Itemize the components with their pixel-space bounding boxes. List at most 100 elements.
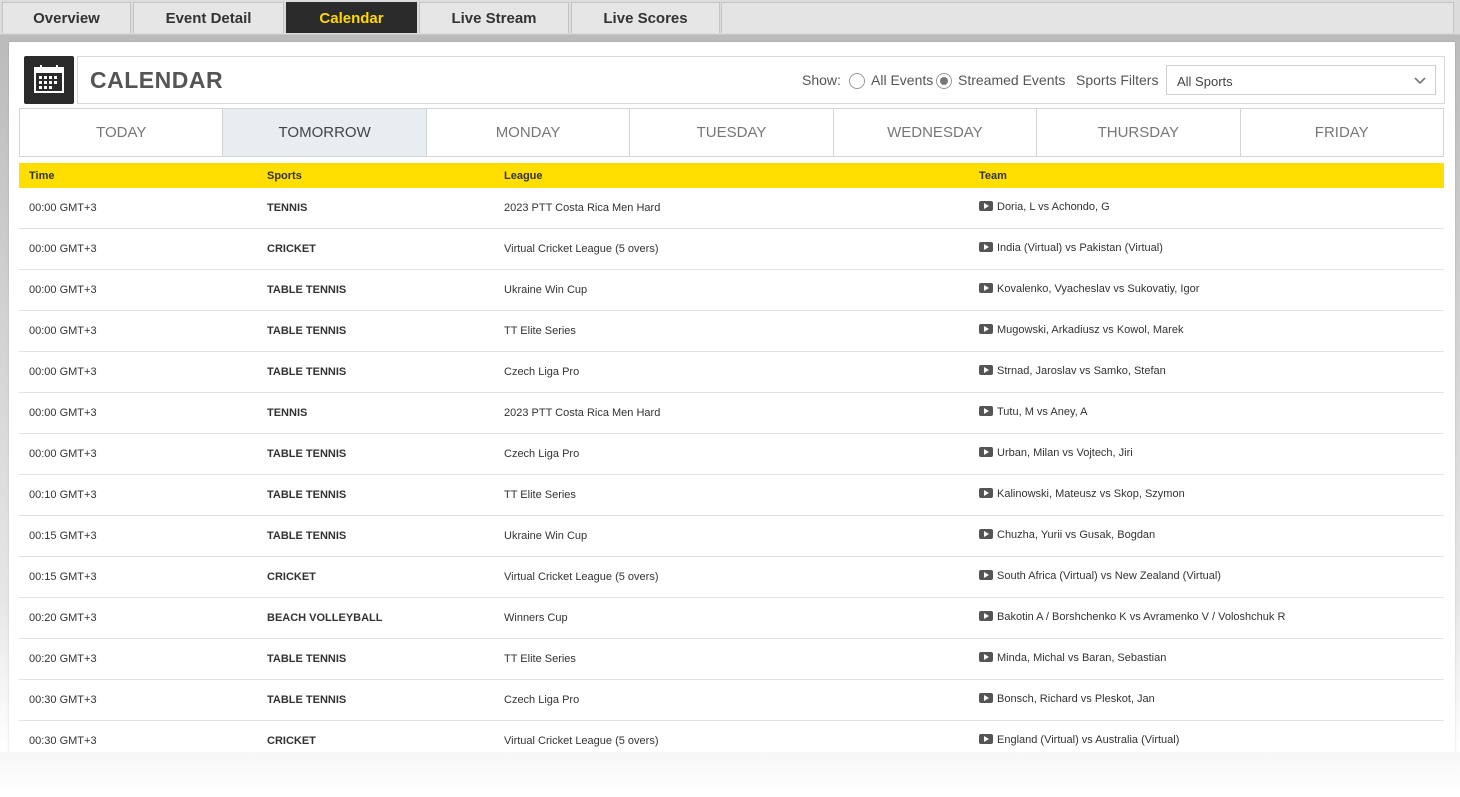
event-time: 00:20 GMT+3 — [29, 612, 97, 624]
table-row[interactable]: 00:00 GMT+3 TABLE TENNIS Czech Liga Pro Urb… — [19, 434, 1444, 475]
event-team-label: Kovalenko, Vyacheslav vs Sukovatiy, Igor — [997, 283, 1200, 295]
event-sport: TABLE TENNIS — [267, 694, 347, 706]
event-sport: TABLE TENNIS — [267, 325, 347, 337]
play-icon[interactable] — [979, 242, 993, 252]
tab-live-scores[interactable]: Live Scores — [571, 2, 720, 33]
play-icon[interactable] — [979, 652, 993, 662]
sports-filter-select[interactable]: All Sports — [1166, 65, 1436, 95]
play-icon[interactable] — [979, 365, 993, 375]
table-row[interactable]: 00:20 GMT+3 BEACH VOLLEYBALL Winners Cup Ba… — [19, 598, 1444, 639]
tab-overview[interactable]: Overview — [2, 2, 131, 33]
event-team[interactable]: Kalinowski, Mateusz vs Skop, Szymon — [979, 488, 1185, 500]
event-time: 00:30 GMT+3 — [29, 694, 97, 706]
play-icon[interactable] — [979, 529, 993, 539]
day-tab-tomorrow[interactable]: TOMORROW — [223, 109, 427, 156]
chevron-down-icon — [1413, 70, 1427, 95]
top-nav: Overview Event Detail Calendar Live Stre… — [0, 0, 1460, 35]
event-time: 00:00 GMT+3 — [29, 407, 97, 419]
table-row[interactable]: 00:00 GMT+3 TABLE TENNIS TT Elite Series Mu… — [19, 311, 1444, 352]
all-events-label[interactable]: All Events — [871, 72, 933, 88]
play-icon[interactable] — [979, 324, 993, 334]
event-team[interactable]: Bakotin A / Borshchenko K vs Avramenko V… — [979, 611, 1285, 623]
event-sport: BEACH VOLLEYBALL — [267, 612, 383, 624]
event-team[interactable]: India (Virtual) vs Pakistan (Virtual) — [979, 242, 1163, 254]
event-team-label: Minda, Michal vs Baran, Sebastian — [997, 652, 1167, 664]
event-team[interactable]: South Africa (Virtual) vs New Zealand (V… — [979, 570, 1221, 582]
event-team-label: Doria, L vs Achondo, G — [997, 201, 1110, 213]
event-sport: TENNIS — [267, 202, 308, 214]
event-league: Winners Cup — [504, 612, 568, 624]
play-icon[interactable] — [979, 693, 993, 703]
calendar-header: CALENDAR Show: All Events Streamed Event… — [24, 56, 1451, 104]
play-icon[interactable] — [979, 734, 993, 744]
play-icon[interactable] — [979, 488, 993, 498]
table-row[interactable]: 00:30 GMT+3 TABLE TENNIS Czech Liga Pro Bon… — [19, 680, 1444, 721]
event-team[interactable]: Bonsch, Richard vs Pleskot, Jan — [979, 693, 1155, 705]
event-time: 00:00 GMT+3 — [29, 202, 97, 214]
all-events-radio[interactable] — [849, 73, 865, 89]
event-league: 2023 PTT Costa Rica Men Hard — [504, 202, 661, 214]
day-tab-today[interactable]: TODAY — [20, 109, 224, 156]
event-sport: TENNIS — [267, 407, 308, 419]
event-team-label: South Africa (Virtual) vs New Zealand (V… — [997, 570, 1221, 582]
table-row[interactable]: 00:00 GMT+3 TENNIS 2023 PTT Costa Rica Men… — [19, 393, 1444, 434]
table-row[interactable]: 00:10 GMT+3 TABLE TENNIS TT Elite Series Ka… — [19, 475, 1444, 516]
event-team[interactable]: Strnad, Jaroslav vs Samko, Stefan — [979, 365, 1166, 377]
table-row[interactable]: 00:20 GMT+3 TABLE TENNIS TT Elite Series Mi… — [19, 639, 1444, 680]
event-league: Virtual Cricket League (5 overs) — [504, 243, 659, 255]
calendar-title-bar: CALENDAR Show: All Events Streamed Event… — [77, 56, 1445, 104]
tab-event-detail[interactable]: Event Detail — [133, 2, 284, 33]
day-tab-monday[interactable]: MONDAY — [427, 109, 631, 156]
event-league: Czech Liga Pro — [504, 366, 580, 378]
event-team[interactable]: Mugowski, Arkadiusz vs Kowol, Marek — [979, 324, 1183, 336]
event-team-label: Tutu, M vs Aney, A — [997, 406, 1088, 418]
table-row[interactable]: 00:15 GMT+3 CRICKET Virtual Cricket League… — [19, 557, 1444, 598]
event-team[interactable]: Kovalenko, Vyacheslav vs Sukovatiy, Igor — [979, 283, 1199, 295]
event-team[interactable]: Doria, L vs Achondo, G — [979, 201, 1110, 213]
event-sport: TABLE TENNIS — [267, 653, 347, 665]
tab-calendar[interactable]: Calendar — [286, 2, 417, 33]
event-team[interactable]: Chuzha, Yurii vs Gusak, Bogdan — [979, 529, 1155, 541]
header-league[interactable]: League — [504, 170, 543, 182]
streamed-events-label[interactable]: Streamed Events — [958, 72, 1065, 88]
day-tab-thursday[interactable]: THURSDAY — [1037, 109, 1241, 156]
table-row[interactable]: 00:00 GMT+3 TABLE TENNIS Czech Liga Pro Str… — [19, 352, 1444, 393]
streamed-events-radio[interactable] — [936, 73, 952, 89]
event-team-label: Chuzha, Yurii vs Gusak, Bogdan — [997, 529, 1156, 541]
table-row[interactable]: 00:15 GMT+3 TABLE TENNIS Ukraine Win Cup Ch… — [19, 516, 1444, 557]
play-icon[interactable] — [979, 570, 993, 580]
play-icon[interactable] — [979, 283, 993, 293]
day-tab-friday[interactable]: FRIDAY — [1241, 109, 1443, 156]
header-sports[interactable]: Sports — [267, 170, 302, 182]
event-team[interactable]: England (Virtual) vs Australia (Virtual) — [979, 734, 1179, 746]
table-row[interactable]: 00:00 GMT+3 TENNIS 2023 PTT Costa Rica Men… — [19, 188, 1444, 229]
event-sport: TABLE TENNIS — [267, 284, 347, 296]
play-icon[interactable] — [979, 201, 993, 211]
header-time[interactable]: Time — [29, 170, 54, 182]
day-tab-tuesday[interactable]: TUESDAY — [630, 109, 834, 156]
event-league: TT Elite Series — [504, 325, 576, 337]
event-team[interactable]: Minda, Michal vs Baran, Sebastian — [979, 652, 1166, 664]
event-time: 00:00 GMT+3 — [29, 448, 97, 460]
event-team-label: Bakotin A / Borshchenko K vs Avramenko V… — [997, 611, 1286, 623]
play-icon[interactable] — [979, 611, 993, 621]
event-league: Virtual Cricket League (5 overs) — [504, 571, 659, 583]
event-time: 00:30 GMT+3 — [29, 735, 97, 747]
header-team[interactable]: Team — [979, 170, 1007, 182]
table-row[interactable]: 00:00 GMT+3 TABLE TENNIS Ukraine Win Cup Ko… — [19, 270, 1444, 311]
day-tab-wednesday[interactable]: WEDNESDAY — [834, 109, 1038, 156]
event-sport: TABLE TENNIS — [267, 530, 347, 542]
tab-live-stream[interactable]: Live Stream — [419, 2, 569, 33]
table-header: Time Sports League Team — [19, 163, 1444, 188]
play-icon[interactable] — [979, 406, 993, 416]
event-team[interactable]: Urban, Milan vs Vojtech, Jiri — [979, 447, 1133, 459]
calendar-panel: CALENDAR Show: All Events Streamed Event… — [9, 42, 1455, 752]
event-sport: CRICKET — [267, 243, 316, 255]
event-team[interactable]: Tutu, M vs Aney, A — [979, 406, 1087, 418]
event-team-label: England (Virtual) vs Australia (Virtual) — [997, 734, 1180, 746]
table-row[interactable]: 00:30 GMT+3 CRICKET Virtual Cricket League… — [19, 721, 1444, 752]
play-icon[interactable] — [979, 447, 993, 457]
event-sport: TABLE TENNIS — [267, 448, 347, 460]
table-row[interactable]: 00:00 GMT+3 CRICKET Virtual Cricket League… — [19, 229, 1444, 270]
event-league: Czech Liga Pro — [504, 448, 580, 460]
